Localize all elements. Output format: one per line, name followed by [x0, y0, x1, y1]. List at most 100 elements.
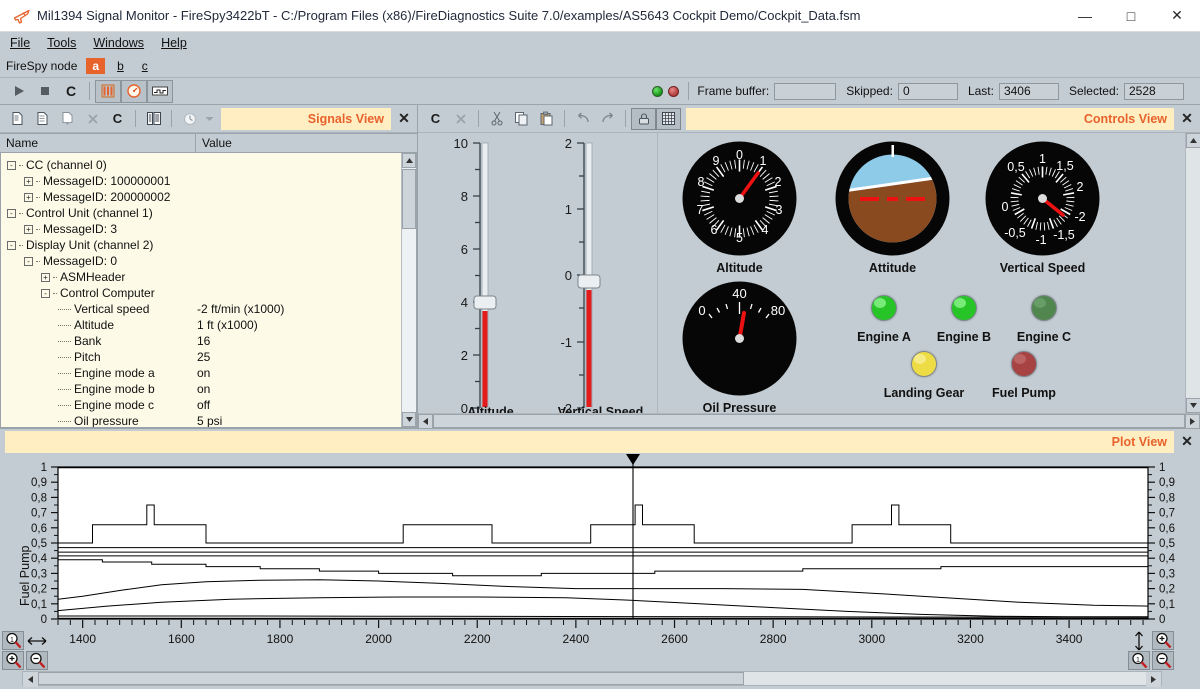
controls-hscroll-thumb[interactable] — [433, 414, 1185, 428]
tree-row[interactable]: +MessageID: 3 — [1, 221, 416, 237]
column-header-value[interactable]: Value — [196, 134, 417, 152]
scroll-thumb[interactable] — [402, 169, 416, 229]
signals-tree-scrollbar[interactable] — [401, 153, 416, 427]
zoom-fit-horizontal-button[interactable] — [26, 631, 48, 650]
attitude-indicator[interactable]: Attitude — [835, 141, 950, 275]
plot-chart[interactable]: 10,90,80,70,60,50,40,30,20,10 10,90,80,7… — [0, 454, 1200, 659]
collapse-icon[interactable]: - — [41, 289, 50, 298]
engine-c-lamp[interactable]: Engine C — [1008, 291, 1080, 344]
altitude-gauge[interactable]: 012 345 678 9 Altitude — [682, 141, 797, 275]
zoom-fit-vertical-button[interactable] — [1128, 631, 1150, 650]
controls-scroll-up-arrow[interactable] — [1186, 133, 1200, 148]
tree-row[interactable]: +MessageID: 100000001 — [1, 173, 416, 189]
plot-view-close-button[interactable]: ✕ — [1174, 431, 1200, 453]
collapse-icon[interactable]: - — [24, 257, 33, 266]
node-tab-c[interactable]: c — [136, 58, 154, 74]
clear-controls-button[interactable]: C — [423, 108, 448, 130]
tree-row[interactable]: +MessageID: 200000002 — [1, 189, 416, 205]
collapse-icon[interactable]: - — [7, 241, 16, 250]
tree-row[interactable]: -CC (channel 0) — [1, 157, 416, 173]
expand-icon[interactable]: + — [24, 193, 33, 202]
delete-signal-button[interactable] — [80, 108, 105, 130]
sliders-svg[interactable]: 10 8 6 4 2 0 — [418, 133, 658, 413]
scroll-up-arrow[interactable] — [402, 153, 416, 168]
clear-button[interactable]: C — [58, 80, 84, 103]
tree-row[interactable]: -MessageID: 0 — [1, 253, 416, 269]
tree-row[interactable]: Engine mode coff — [1, 397, 416, 413]
collapse-icon[interactable]: - — [7, 161, 16, 170]
tree-row[interactable]: Pitch25 — [1, 349, 416, 365]
save-signal-button[interactable] — [55, 108, 80, 130]
plot-scroll-left-arrow[interactable] — [23, 672, 38, 687]
node-tab-a[interactable]: a — [86, 58, 105, 74]
zoom-reset-v-button[interactable]: 1 — [1128, 651, 1150, 670]
cut-button[interactable] — [484, 108, 509, 130]
undo-button[interactable] — [570, 108, 595, 130]
svg-text:0,4: 0,4 — [1159, 553, 1176, 565]
tree-row[interactable]: Altitude1 ft (x1000) — [1, 317, 416, 333]
play-button[interactable] — [6, 80, 32, 103]
column-header-name[interactable]: Name — [0, 134, 196, 152]
tree-row[interactable]: Vertical speed-2 ft/min (x1000) — [1, 301, 416, 317]
close-button[interactable]: ✕ — [1154, 0, 1200, 32]
minimize-button[interactable]: — — [1062, 0, 1108, 32]
engine-b-lamp[interactable]: Engine B — [928, 291, 1000, 344]
maximize-button[interactable]: □ — [1108, 0, 1154, 32]
controls-scroll-right-arrow[interactable] — [1185, 414, 1200, 429]
engine-a-lamp[interactable]: Engine A — [848, 291, 920, 344]
tree-row[interactable]: +ASMHeader — [1, 269, 416, 285]
expand-tree-button[interactable] — [141, 108, 166, 130]
tree-row[interactable]: Oil pressure5 psi — [1, 413, 416, 428]
expand-icon[interactable]: + — [41, 273, 50, 282]
zoom-out-v-button[interactable] — [1152, 651, 1174, 670]
collapse-icon[interactable]: - — [7, 209, 16, 218]
vertical-speed-gauge[interactable]: 11,52 -2-1,5-1 -0,500,5 Vertical Speed — [985, 141, 1100, 275]
tree-row[interactable]: -Control Computer — [1, 285, 416, 301]
stop-button[interactable] — [32, 80, 58, 103]
last-label: Last: — [968, 84, 994, 98]
grid-button[interactable] — [656, 108, 681, 130]
tree-row[interactable]: -Display Unit (channel 2) — [1, 237, 416, 253]
menu-windows[interactable]: Windows — [93, 36, 144, 50]
signals-view-close-button[interactable]: ✕ — [391, 108, 417, 130]
plot-scroll-right-arrow[interactable] — [1146, 672, 1161, 687]
controls-view-close-button[interactable]: ✕ — [1174, 108, 1200, 130]
landing-gear-lamp[interactable]: Landing Gear — [883, 347, 965, 400]
copy-button[interactable] — [509, 108, 534, 130]
refresh-rate-button[interactable] — [177, 108, 202, 130]
controls-scroll-left-arrow[interactable] — [418, 414, 433, 429]
svg-text:0,3: 0,3 — [31, 568, 47, 580]
open-signal-button[interactable] — [30, 108, 55, 130]
new-signal-button[interactable] — [5, 108, 30, 130]
scroll-down-arrow[interactable] — [402, 412, 416, 427]
fuel-pump-lamp[interactable]: Fuel Pump — [983, 347, 1065, 400]
expand-icon[interactable]: + — [24, 177, 33, 186]
clear-signals-button[interactable]: C — [105, 108, 130, 130]
delete-control-button[interactable] — [448, 108, 473, 130]
node-tab-b[interactable]: b — [111, 58, 130, 74]
expand-icon[interactable]: + — [24, 225, 33, 234]
tree-row[interactable]: -Control Unit (channel 1) — [1, 205, 416, 221]
tree-row[interactable]: Bank16 — [1, 333, 416, 349]
menu-help[interactable]: Help — [161, 36, 187, 50]
redo-button[interactable] — [595, 108, 620, 130]
lock-button[interactable] — [631, 108, 656, 130]
tree-row[interactable]: Engine mode aon — [1, 365, 416, 381]
oil-pressure-gauge[interactable]: 04080 Oil Pressure — [682, 281, 797, 413]
zoom-in-button[interactable] — [2, 651, 24, 670]
controls-horizontal-scrollbar[interactable] — [418, 413, 1200, 428]
menu-file[interactable]: File — [10, 36, 30, 50]
menu-tools[interactable]: Tools — [47, 36, 76, 50]
refresh-rate-dropdown-arrow[interactable] — [202, 116, 216, 122]
tree-row[interactable]: Engine mode bon — [1, 381, 416, 397]
oil-pressure-gauge-label: Oil Pressure — [682, 401, 797, 413]
paste-button[interactable] — [534, 108, 559, 130]
controls-view-button[interactable] — [121, 80, 147, 103]
zoom-in-v-button[interactable] — [1152, 631, 1174, 650]
zoom-out-button[interactable] — [26, 651, 48, 670]
signals-view-button[interactable] — [95, 80, 121, 103]
zoom-reset-button[interactable]: 1 — [2, 631, 24, 650]
plot-view-button[interactable] — [147, 80, 173, 103]
controls-scroll-down-arrow[interactable] — [1186, 398, 1200, 413]
controls-vertical-scrollbar[interactable] — [1185, 133, 1200, 413]
